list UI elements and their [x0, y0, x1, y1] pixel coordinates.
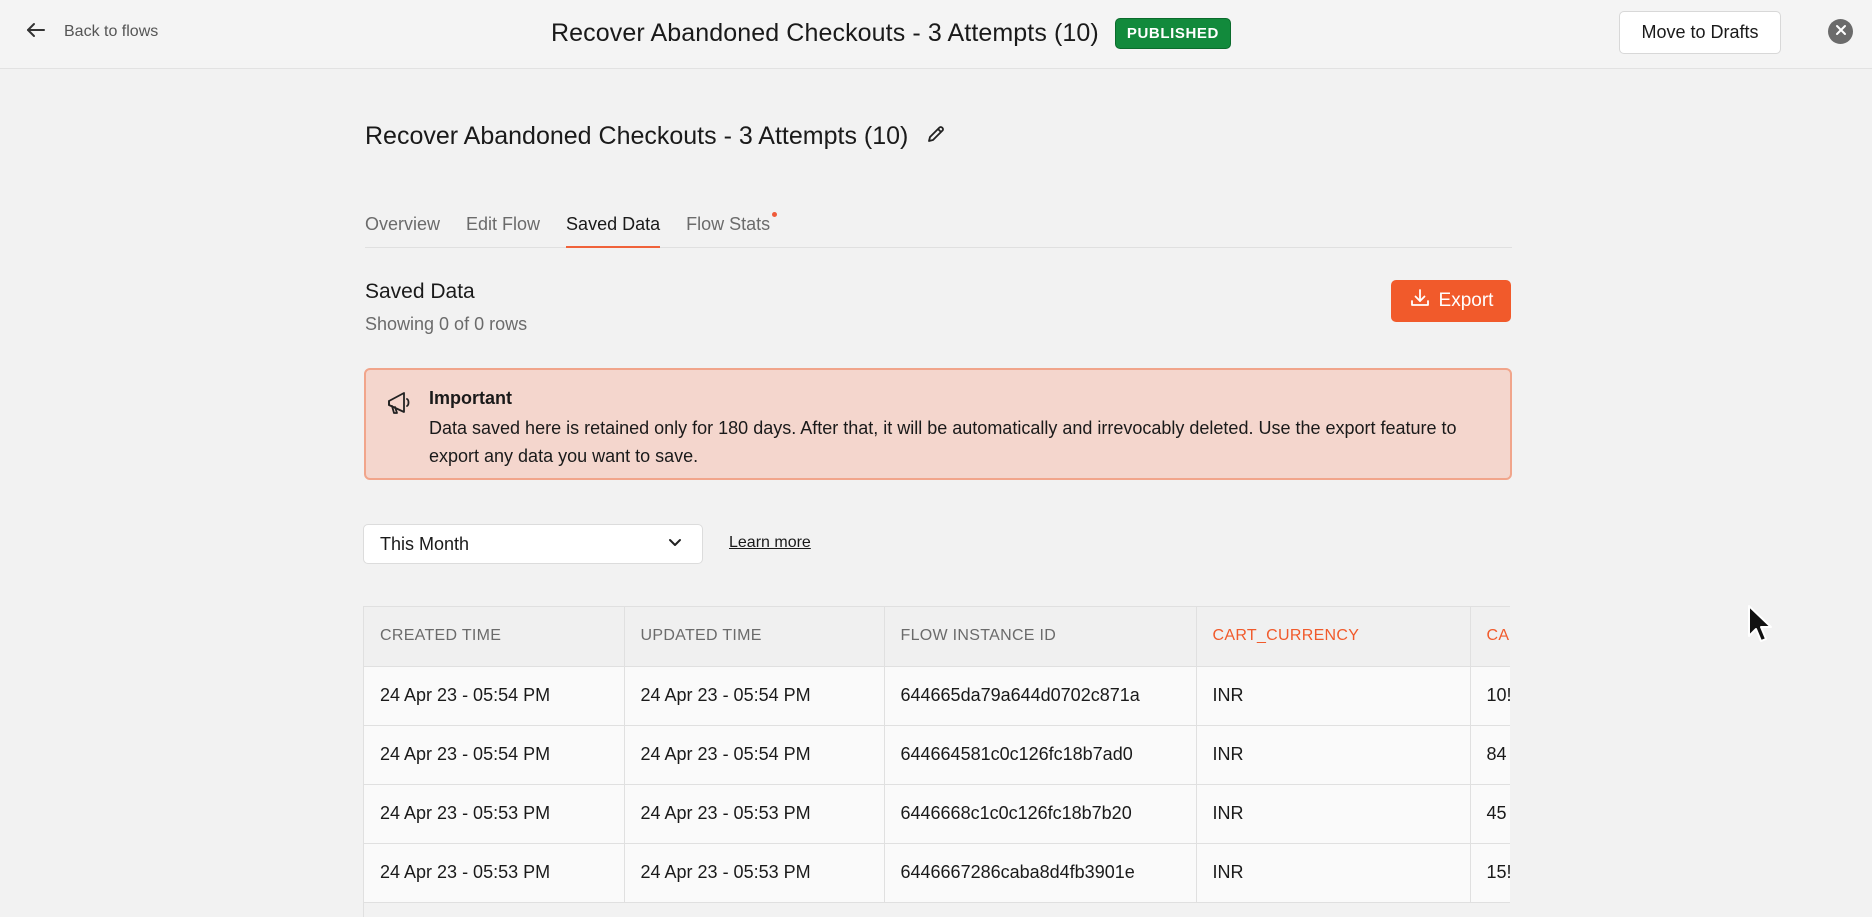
- table-cell: 24 Apr 23 - 05:53 PM: [364, 784, 625, 844]
- download-icon: [1409, 287, 1431, 315]
- alert-body: Data saved here is retained only for 180…: [429, 418, 1457, 466]
- tab-label: Edit Flow: [466, 214, 541, 234]
- top-bar: Back to flows Recover Abandoned Checkout…: [0, 0, 1872, 69]
- flow-title: Recover Abandoned Checkouts - 3 Attempts…: [551, 18, 1099, 47]
- table-cell: 15!: [1470, 843, 1510, 903]
- row-count-text: Showing 0 of 0 rows: [365, 314, 528, 334]
- column-header[interactable]: FLOW INSTANCE ID: [884, 607, 1197, 667]
- close-button[interactable]: [1828, 19, 1853, 44]
- table-cell: 24 Apr 23 - 05:54 PM: [624, 666, 885, 726]
- tab-flow-stats[interactable]: Flow Stats: [686, 210, 778, 248]
- table-cell: 644665da79a644d0702c871a: [884, 666, 1197, 726]
- column-header[interactable]: CREATED TIME: [364, 607, 625, 667]
- tab-edit-flow[interactable]: Edit Flow: [466, 210, 540, 248]
- table-cell: 84: [1470, 725, 1510, 785]
- date-range-value: This Month: [380, 533, 470, 554]
- tab-label: Saved Data: [566, 214, 661, 234]
- important-alert: Important Data saved here is retained on…: [364, 368, 1512, 480]
- top-title-group: Recover Abandoned Checkouts - 3 Attempts…: [551, 14, 1231, 52]
- table-header-row: CREATED TIME UPDATED TIME FLOW INSTANCE …: [364, 607, 1510, 667]
- move-to-drafts-button[interactable]: Move to Drafts: [1619, 11, 1781, 54]
- saved-data-table: CREATED TIME UPDATED TIME FLOW INSTANCE …: [363, 606, 1510, 917]
- table-cell: 24 Apr 23 - 05:53 PM: [624, 784, 885, 844]
- table-cell: 45: [1470, 784, 1510, 844]
- tab-overview[interactable]: Overview: [365, 210, 440, 248]
- mouse-cursor-icon: [1747, 604, 1775, 644]
- table-cell: 6446668c1c0c126fc18b7b20: [884, 784, 1197, 844]
- table-cell: 24 Apr 23 - 05:54 PM: [364, 666, 625, 726]
- page-title-row: Recover Abandoned Checkouts - 3 Attempts…: [365, 122, 946, 151]
- table-cell: 24 Apr 23 - 05:54 PM: [364, 725, 625, 785]
- tab-label: Overview: [365, 214, 441, 234]
- column-header[interactable]: CART_CURRENCY: [1196, 607, 1471, 667]
- table-cell: INR: [1196, 725, 1471, 785]
- column-header[interactable]: UPDATED TIME: [624, 607, 885, 667]
- table-row: 24 Apr 23 - 05:53 PM 24 Apr 23 - 05:53 P…: [364, 843, 1510, 903]
- learn-more-link[interactable]: Learn more: [729, 534, 811, 552]
- pencil-icon[interactable]: [926, 124, 946, 149]
- page-title: Recover Abandoned Checkouts - 3 Attempts…: [365, 122, 909, 150]
- table-cell: 644664581c0c126fc18b7ad0: [884, 725, 1197, 785]
- notification-dot: [772, 212, 778, 217]
- tab-bar: Overview Edit Flow Saved Data Flow Stats: [365, 210, 1512, 248]
- megaphone-icon: [384, 388, 414, 418]
- table-cell: 24 Apr 23 - 05:53 PM: [364, 843, 625, 903]
- export-button[interactable]: Export: [1391, 280, 1511, 322]
- arrow-left-icon: [24, 18, 48, 47]
- table-cell: INR: [1196, 666, 1471, 726]
- table-cell: 24 Apr 23 - 05:54 PM: [624, 725, 885, 785]
- chevron-down-icon: [666, 533, 684, 556]
- alert-title: Important: [429, 388, 512, 408]
- column-header[interactable]: CA: [1470, 607, 1510, 667]
- table-cell: 24 Apr 23 - 05:53 PM: [624, 843, 885, 903]
- table-row: 24 Apr 23 - 05:53 PM 24 Apr 23 - 05:53 P…: [364, 784, 1510, 844]
- table-cell: INR: [1196, 784, 1471, 844]
- date-range-select[interactable]: This Month: [363, 524, 703, 564]
- table-row: 24 Apr 23 - 05:54 PM 24 Apr 23 - 05:54 P…: [364, 725, 1510, 785]
- tab-label: Flow Stats: [686, 214, 771, 234]
- tab-saved-data[interactable]: Saved Data: [566, 210, 661, 248]
- table-cell: 6446667286caba8d4fb3901e: [884, 843, 1197, 903]
- export-label: Export: [1438, 290, 1494, 311]
- table-cell: INR: [1196, 843, 1471, 903]
- close-icon: [1835, 23, 1847, 41]
- back-to-flows-label: Back to flows: [64, 23, 159, 40]
- back-to-flows-link[interactable]: Back to flows: [24, 18, 158, 46]
- status-badge: PUBLISHED: [1114, 17, 1231, 49]
- section-title: Saved Data: [365, 280, 475, 303]
- table-cell: 10!: [1470, 666, 1510, 726]
- table-row: 24 Apr 23 - 05:54 PM 24 Apr 23 - 05:54 P…: [364, 666, 1510, 726]
